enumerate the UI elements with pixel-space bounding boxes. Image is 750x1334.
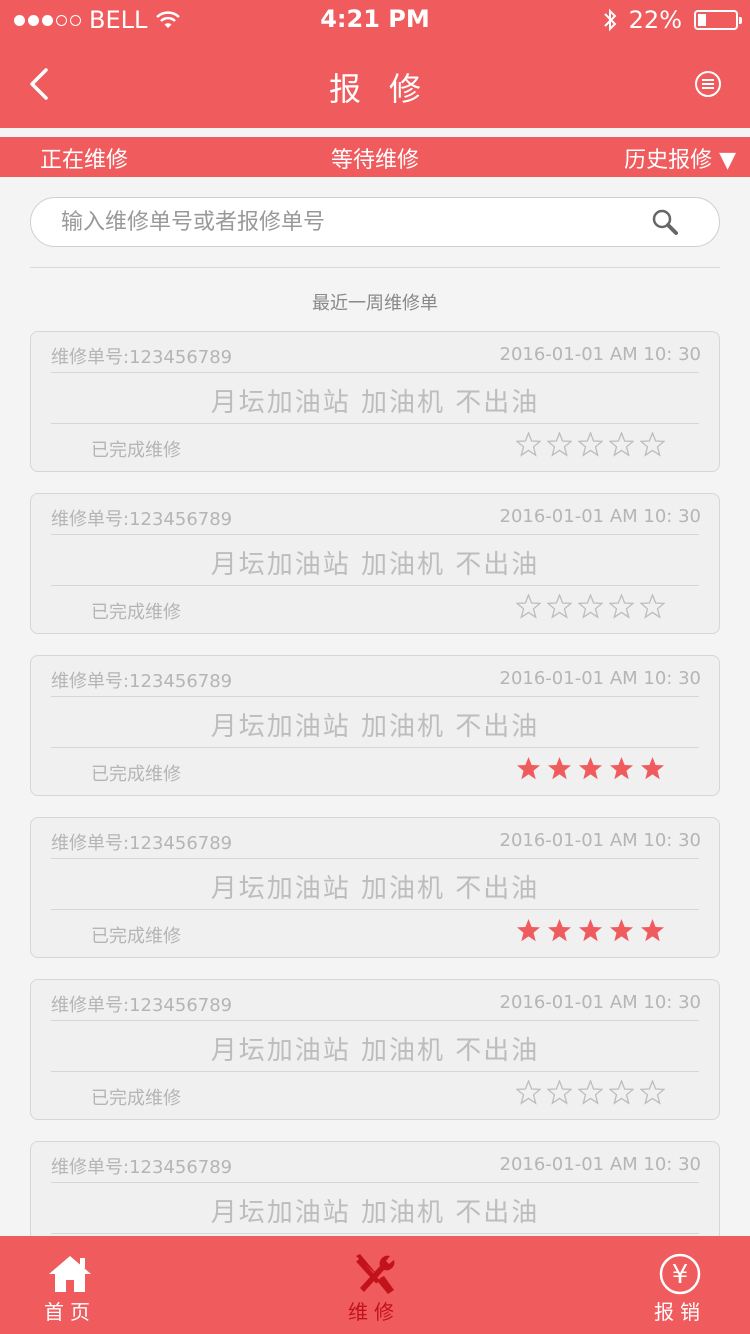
card-divider bbox=[51, 1233, 699, 1234]
order-number: 维修单号:123456789 bbox=[51, 347, 233, 368]
star-filled-icon[interactable] bbox=[578, 918, 603, 943]
order-card[interactable]: 维修单号:123456789 2016-01-01 AM 10: 30 月坛加油… bbox=[30, 655, 720, 796]
order-time: 2016-01-01 AM 10: 30 bbox=[499, 506, 702, 527]
order-description: 月坛加油站 加油机 不出油 bbox=[210, 1198, 540, 1228]
card-divider bbox=[51, 585, 699, 586]
tab-expense[interactable]: ¥ 报销 bbox=[620, 1236, 740, 1334]
card-divider bbox=[51, 1182, 699, 1183]
rating-stars[interactable] bbox=[516, 594, 665, 619]
home-icon bbox=[49, 1256, 91, 1292]
tab-home[interactable]: 首页 bbox=[10, 1236, 130, 1334]
star-filled-icon[interactable] bbox=[640, 756, 665, 781]
order-card[interactable]: 维修单号:123456789 2016-01-01 AM 10: 30 月坛加油… bbox=[30, 331, 720, 472]
search-bar bbox=[30, 197, 720, 247]
star-filled-icon[interactable] bbox=[578, 756, 603, 781]
star-empty-icon[interactable] bbox=[547, 432, 572, 457]
tab-repair-label: 维修 bbox=[348, 1300, 400, 1324]
order-description: 月坛加油站 加油机 不出油 bbox=[210, 550, 540, 580]
star-empty-icon[interactable] bbox=[516, 594, 541, 619]
star-empty-icon[interactable] bbox=[640, 432, 665, 457]
order-description: 月坛加油站 加油机 不出油 bbox=[210, 1036, 540, 1066]
order-number: 维修单号:123456789 bbox=[51, 833, 233, 854]
star-filled-icon[interactable] bbox=[516, 756, 541, 781]
bluetooth-icon bbox=[603, 8, 617, 32]
star-filled-icon[interactable] bbox=[609, 756, 634, 781]
battery-percent: 22% bbox=[628, 6, 682, 34]
battery-icon bbox=[694, 10, 742, 30]
card-divider bbox=[51, 909, 699, 910]
star-filled-icon[interactable] bbox=[640, 918, 665, 943]
tab-history-dropdown[interactable]: 历史报修 ▼ bbox=[624, 142, 736, 174]
star-filled-icon[interactable] bbox=[547, 918, 572, 943]
order-time: 2016-01-01 AM 10: 30 bbox=[499, 830, 702, 851]
tab-expense-label: 报销 bbox=[654, 1300, 706, 1324]
tab-repair[interactable]: 维修 bbox=[314, 1236, 434, 1334]
card-divider bbox=[51, 1020, 699, 1021]
svg-text:¥: ¥ bbox=[672, 1260, 689, 1290]
order-card[interactable]: 维修单号:123456789 2016-01-01 AM 10: 30 月坛加油… bbox=[30, 979, 720, 1120]
rating-stars[interactable] bbox=[516, 1080, 665, 1105]
order-description: 月坛加油站 加油机 不出油 bbox=[210, 874, 540, 904]
yen-circle-icon: ¥ bbox=[659, 1253, 701, 1295]
card-divider bbox=[51, 696, 699, 697]
order-number: 维修单号:123456789 bbox=[51, 1157, 233, 1178]
bottom-tab-bar: 首页 维修 ¥ 报销 bbox=[0, 1236, 750, 1334]
star-empty-icon[interactable] bbox=[609, 1080, 634, 1105]
star-empty-icon[interactable] bbox=[578, 1080, 603, 1105]
star-empty-icon[interactable] bbox=[609, 594, 634, 619]
order-list: 维修单号:123456789 2016-01-01 AM 10: 30 月坛加油… bbox=[30, 331, 720, 1303]
order-status: 已完成维修 bbox=[91, 602, 181, 623]
order-description: 月坛加油站 加油机 不出油 bbox=[210, 388, 540, 418]
star-empty-icon[interactable] bbox=[547, 1080, 572, 1105]
tab-home-label: 首页 bbox=[44, 1300, 96, 1324]
status-bar: BELL 4:21 PM 22% bbox=[0, 0, 750, 40]
order-time: 2016-01-01 AM 10: 30 bbox=[499, 344, 702, 365]
order-time: 2016-01-01 AM 10: 30 bbox=[499, 1154, 702, 1175]
star-empty-icon[interactable] bbox=[640, 594, 665, 619]
order-number: 维修单号:123456789 bbox=[51, 509, 233, 530]
order-description: 月坛加油站 加油机 不出油 bbox=[210, 712, 540, 742]
card-divider bbox=[51, 858, 699, 859]
star-empty-icon[interactable] bbox=[578, 432, 603, 457]
section-title: 最近一周维修单 bbox=[312, 293, 438, 314]
tools-icon bbox=[356, 1254, 395, 1294]
card-divider bbox=[51, 372, 699, 373]
star-empty-icon[interactable] bbox=[609, 432, 634, 457]
order-card[interactable]: 维修单号:123456789 2016-01-01 AM 10: 30 月坛加油… bbox=[30, 817, 720, 958]
order-number: 维修单号:123456789 bbox=[51, 995, 233, 1016]
star-filled-icon[interactable] bbox=[547, 756, 572, 781]
nav-bar: 报修 bbox=[0, 40, 750, 128]
order-status: 已完成维修 bbox=[91, 440, 181, 461]
rating-stars[interactable] bbox=[516, 756, 665, 781]
star-empty-icon[interactable] bbox=[578, 594, 603, 619]
status-right: 22% bbox=[603, 6, 742, 34]
star-filled-icon[interactable] bbox=[516, 918, 541, 943]
page-title: 报修 bbox=[328, 70, 449, 108]
order-card[interactable]: 维修单号:123456789 2016-01-01 AM 10: 30 月坛加油… bbox=[30, 493, 720, 634]
card-divider bbox=[51, 747, 699, 748]
star-empty-icon[interactable] bbox=[547, 594, 572, 619]
card-divider bbox=[51, 423, 699, 424]
order-number: 维修单号:123456789 bbox=[51, 671, 233, 692]
search-icon[interactable] bbox=[651, 208, 679, 236]
card-divider bbox=[51, 1071, 699, 1072]
star-filled-icon[interactable] bbox=[609, 918, 634, 943]
filter-tabs: 正在维修 等待维修 历史报修 ▼ bbox=[0, 137, 750, 177]
star-empty-icon[interactable] bbox=[516, 432, 541, 457]
divider bbox=[30, 267, 720, 268]
star-empty-icon[interactable] bbox=[640, 1080, 665, 1105]
order-time: 2016-01-01 AM 10: 30 bbox=[499, 668, 702, 689]
card-divider bbox=[51, 534, 699, 535]
order-status: 已完成维修 bbox=[91, 1088, 181, 1109]
rating-stars[interactable] bbox=[516, 918, 665, 943]
order-status: 已完成维修 bbox=[91, 764, 181, 785]
tab-ongoing[interactable]: 正在维修 bbox=[40, 142, 128, 174]
list-circle-icon[interactable] bbox=[694, 70, 722, 98]
order-status: 已完成维修 bbox=[91, 926, 181, 947]
star-empty-icon[interactable] bbox=[516, 1080, 541, 1105]
tab-waiting[interactable]: 等待维修 bbox=[300, 142, 450, 174]
order-time: 2016-01-01 AM 10: 30 bbox=[499, 992, 702, 1013]
rating-stars[interactable] bbox=[516, 432, 665, 457]
search-input[interactable] bbox=[59, 198, 643, 247]
